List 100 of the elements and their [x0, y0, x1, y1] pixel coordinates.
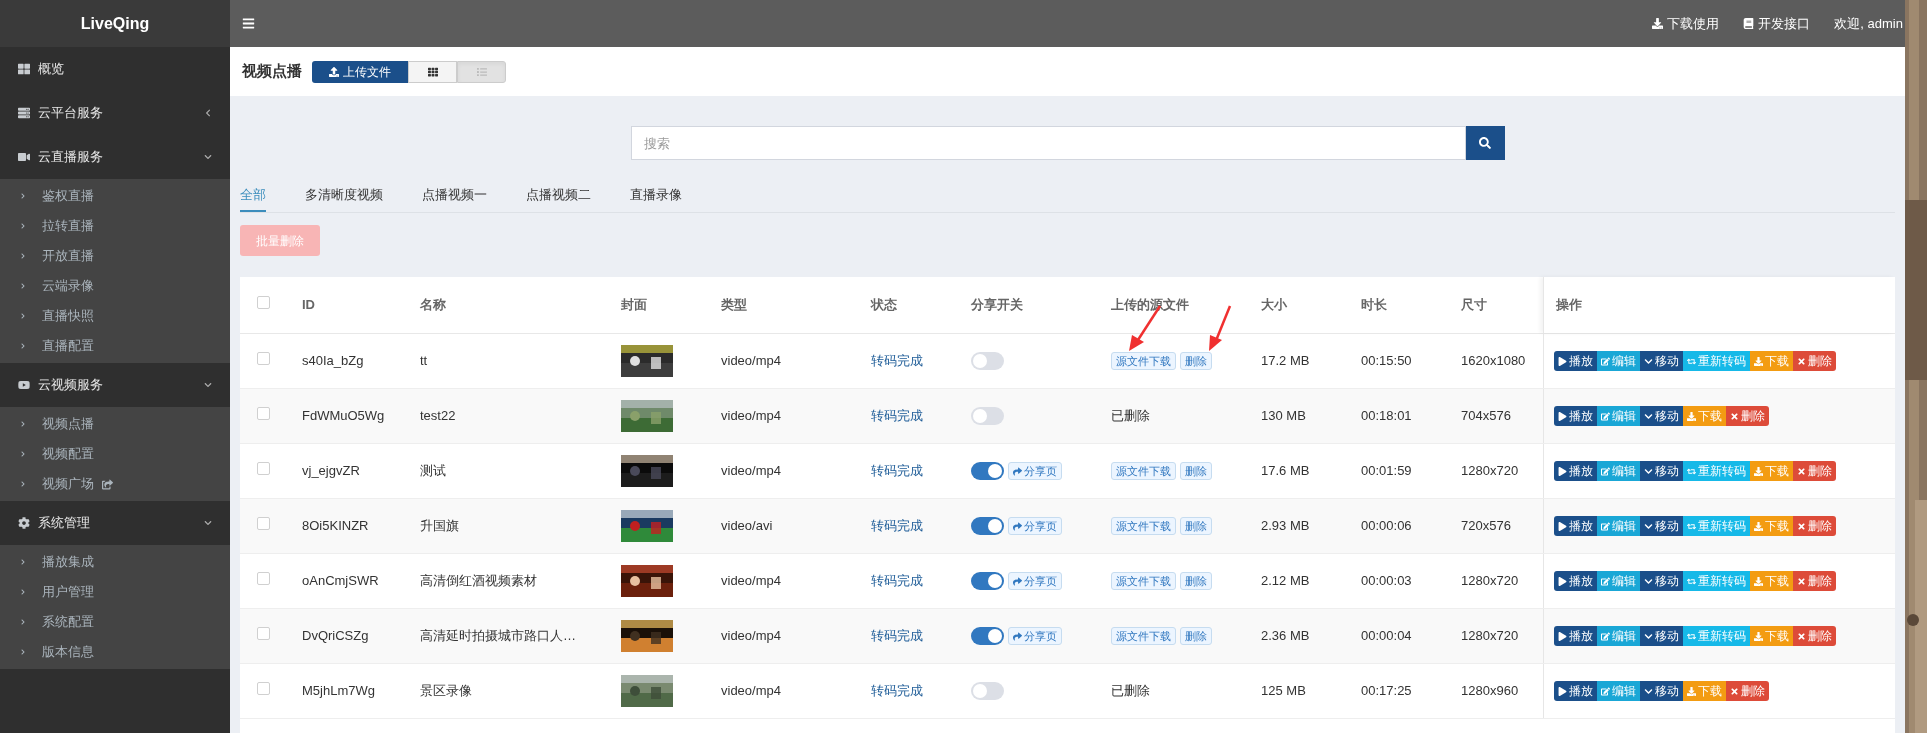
source-delete-button[interactable]: 删除: [1180, 572, 1212, 590]
checkbox[interactable]: [257, 296, 270, 310]
sidebar-item[interactable]: 概览: [0, 47, 230, 91]
source-delete-button[interactable]: 删除: [1180, 462, 1212, 480]
action-button[interactable]: 播放: [1554, 351, 1597, 371]
source-download-button[interactable]: 源文件下载: [1111, 517, 1176, 535]
sidebar-subitem[interactable]: 鉴权直播: [0, 181, 230, 211]
sidebar-item[interactable]: 系统管理: [0, 501, 230, 545]
sidebar-item[interactable]: 云平台服务: [0, 91, 230, 135]
action-button[interactable]: 编辑: [1597, 626, 1640, 646]
source-download-button[interactable]: 源文件下载: [1111, 462, 1176, 480]
menu-icon[interactable]: [242, 17, 255, 30]
download-icon: [1652, 18, 1664, 29]
action-button[interactable]: 播放: [1554, 516, 1597, 536]
sidebar-subitem[interactable]: 播放集成: [0, 547, 230, 577]
action-button[interactable]: 移动: [1640, 571, 1683, 591]
sidebar-item[interactable]: 云直播服务: [0, 135, 230, 179]
checkbox[interactable]: [257, 462, 270, 476]
action-button[interactable]: 移动: [1640, 516, 1683, 536]
checkbox[interactable]: [257, 627, 270, 641]
top-link[interactable]: 开发接口: [1743, 13, 1811, 34]
action-button[interactable]: 重新转码: [1683, 516, 1750, 536]
source-download-button[interactable]: 源文件下载: [1111, 352, 1176, 370]
checkbox[interactable]: [257, 352, 270, 366]
source-download-button[interactable]: 源文件下载: [1111, 627, 1176, 645]
user-greeting[interactable]: 欢迎, admin: [1834, 13, 1903, 34]
sidebar-subitem[interactable]: 视频配置: [0, 439, 230, 469]
share-switch[interactable]: [971, 572, 1004, 590]
sidebar-subitem[interactable]: 用户管理: [0, 577, 230, 607]
action-button[interactable]: 移动: [1640, 406, 1683, 426]
action-button[interactable]: 编辑: [1597, 571, 1640, 591]
checkbox[interactable]: [257, 572, 270, 586]
source-download-button[interactable]: 源文件下载: [1111, 572, 1176, 590]
share-page-button[interactable]: 分享页: [1008, 462, 1062, 480]
share-switch[interactable]: [971, 517, 1004, 535]
upload-button[interactable]: 上传文件: [312, 60, 408, 83]
sidebar-subitem[interactable]: 云端录像: [0, 271, 230, 301]
sidebar-subitem[interactable]: 视频点播: [0, 409, 230, 439]
search-button[interactable]: [1465, 126, 1505, 160]
search-field[interactable]: 搜索: [630, 126, 1466, 160]
sidebar-subitem[interactable]: 直播快照: [0, 301, 230, 331]
action-button[interactable]: 删除: [1793, 351, 1836, 371]
share-switch[interactable]: [971, 407, 1004, 425]
table-cell: 1280x960: [1461, 683, 1519, 699]
action-button[interactable]: 删除: [1726, 406, 1769, 426]
source-delete-button[interactable]: 删除: [1180, 352, 1212, 370]
tab[interactable]: 全部: [240, 180, 266, 212]
sidebar-subitem[interactable]: 开放直播: [0, 241, 230, 271]
action-button[interactable]: 播放: [1554, 461, 1597, 481]
tab[interactable]: 点播视频二: [526, 180, 591, 212]
action-button[interactable]: 删除: [1793, 571, 1836, 591]
source-delete-button[interactable]: 删除: [1180, 627, 1212, 645]
share-switch[interactable]: [971, 462, 1004, 480]
action-button[interactable]: 移动: [1640, 626, 1683, 646]
source-delete-button[interactable]: 删除: [1180, 517, 1212, 535]
grid-view-button[interactable]: [408, 60, 457, 83]
action-button[interactable]: 重新转码: [1683, 626, 1750, 646]
sidebar-subitem[interactable]: 视频广场: [0, 469, 230, 499]
action-button[interactable]: 移动: [1640, 351, 1683, 371]
action-button[interactable]: 播放: [1554, 626, 1597, 646]
sidebar-subitem[interactable]: 直播配置: [0, 331, 230, 361]
download-icon: [1754, 466, 1763, 476]
book-icon: [1743, 18, 1755, 29]
action-button[interactable]: 移动: [1640, 461, 1683, 481]
action-button[interactable]: 重新转码: [1683, 571, 1750, 591]
share-page-button[interactable]: 分享页: [1008, 572, 1062, 590]
action-button[interactable]: 编辑: [1597, 516, 1640, 536]
tab[interactable]: 点播视频一: [422, 180, 487, 212]
tab[interactable]: 直播录像: [630, 180, 682, 212]
tab[interactable]: 多清晰度视频: [305, 180, 383, 212]
action-button[interactable]: 删除: [1726, 681, 1769, 701]
checkbox[interactable]: [257, 407, 270, 421]
sidebar-item[interactable]: 云视频服务: [0, 363, 230, 407]
action-button[interactable]: 播放: [1554, 571, 1597, 591]
logo[interactable]: LiveQing: [0, 0, 230, 47]
share-switch[interactable]: [971, 627, 1004, 645]
share-page-button[interactable]: 分享页: [1008, 517, 1062, 535]
checkbox[interactable]: [257, 682, 270, 696]
refresh-icon: [1687, 356, 1696, 366]
action-button[interactable]: 编辑: [1597, 351, 1640, 371]
sidebar-subitem[interactable]: 版本信息: [0, 637, 230, 667]
action-button[interactable]: 播放: [1554, 406, 1597, 426]
action-button[interactable]: 编辑: [1597, 406, 1640, 426]
share-page-button[interactable]: 分享页: [1008, 627, 1062, 645]
action-button[interactable]: 重新转码: [1683, 351, 1750, 371]
upload-icon: [329, 66, 339, 77]
checkbox[interactable]: [257, 517, 270, 531]
action-button[interactable]: 删除: [1793, 626, 1836, 646]
sidebar-subitem[interactable]: 系统配置: [0, 607, 230, 637]
share-switch[interactable]: [971, 352, 1004, 370]
top-link[interactable]: 下载使用: [1652, 13, 1720, 34]
action-button[interactable]: 重新转码: [1683, 461, 1750, 481]
action-button[interactable]: 播放: [1554, 681, 1597, 701]
action-button[interactable]: 移动: [1640, 681, 1683, 701]
action-button[interactable]: 删除: [1793, 516, 1836, 536]
share-switch[interactable]: [971, 682, 1004, 700]
action-button[interactable]: 编辑: [1597, 681, 1640, 701]
action-button[interactable]: 编辑: [1597, 461, 1640, 481]
sidebar-subitem[interactable]: 拉转直播: [0, 211, 230, 241]
action-button[interactable]: 删除: [1793, 461, 1836, 481]
